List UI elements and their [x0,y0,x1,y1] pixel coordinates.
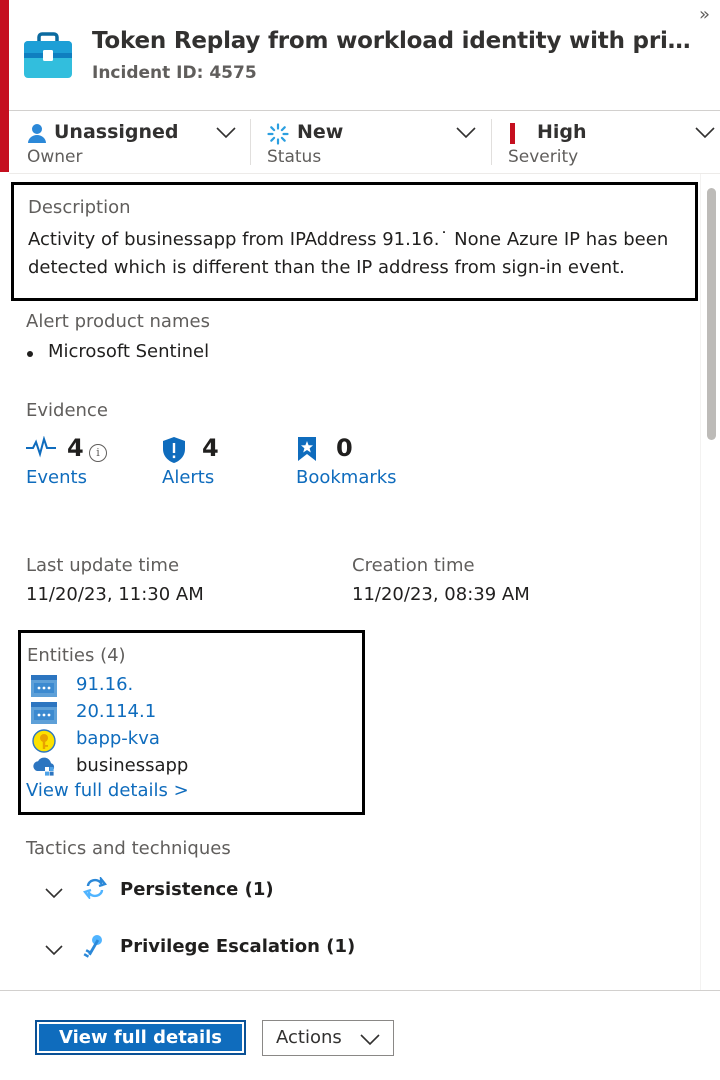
last-update-value: 11/20/23, 11:30 AM [26,584,204,605]
severity-label: Severity [508,147,579,167]
severity-value: High [537,121,587,143]
entity-item[interactable]: bapp-kva [31,728,351,754]
description-text: Activity of businessapp from IPAddress 9… [28,229,669,278]
fields-divider [9,173,720,174]
collapse-panel-icon[interactable]: » [699,6,710,24]
alerts-link[interactable]: Alerts [162,467,214,488]
status-label: Status [267,147,322,167]
ip-address-icon [31,675,57,697]
entity-link[interactable]: bapp-kva [76,728,160,749]
briefcase-icon [24,32,72,78]
alert-product-names-label: Alert product names [26,311,210,332]
incident-title: Token Replay from workload identity with… [92,28,704,54]
severity-strip [0,0,9,172]
entities-view-full-details-link[interactable]: View full details > [26,780,189,801]
status-value: New [297,121,344,143]
info-icon[interactable]: i [89,444,107,462]
description-label: Description [28,197,131,218]
view-full-details-button[interactable]: View full details [35,1020,246,1055]
shield-alert-icon [163,437,185,463]
last-update-label: Last update time [26,555,180,576]
entity-text: businessapp [76,755,189,776]
evidence-bookmarks[interactable]: 0 Bookmarks [296,434,416,494]
person-icon [28,124,46,143]
scrollbar-thumb[interactable] [707,188,716,440]
chevron-down-icon [216,127,236,139]
owner-value: Unassigned [54,121,179,143]
owner-dropdown[interactable]: Unassigned Owner [27,111,251,173]
alert-product-item: Microsoft Sentinel [26,341,210,362]
cloud-app-icon [33,757,55,776]
field-separator [250,119,251,165]
description-section: Description Activity of businessapp from… [11,182,698,301]
entity-link[interactable]: 20.114.1 [76,701,156,722]
bookmarks-count: 0 [336,434,353,462]
evidence-label: Evidence [26,400,108,421]
creation-time-value: 11/20/23, 08:39 AM [352,584,530,605]
incident-header: Token Replay from workload identity with… [22,26,712,88]
creation-time-label: Creation time [352,555,475,576]
tactic-text: Persistence (1) [120,879,274,900]
field-separator [491,119,492,165]
key-vault-icon [32,729,56,753]
chevron-down-icon [695,127,715,139]
tactic-item[interactable]: Persistence (1) [44,877,344,907]
persistence-icon [82,877,108,899]
events-link[interactable]: Events [26,467,87,488]
chevron-down-icon[interactable] [44,940,64,960]
severity-bar-icon [510,123,515,144]
bookmark-icon [298,437,316,461]
entities-section: Entities (4) 91.16. 20.114.1 bapp-kva bu… [18,630,365,815]
ip-address-icon [31,702,57,724]
status-dropdown[interactable]: New Status [267,111,491,173]
chevron-down-icon [456,127,476,139]
incident-id: Incident ID: 4575 [92,63,257,83]
incident-fields: Unassigned Owner New Status High Severit… [9,111,720,173]
entities-label: Entities (4) [27,645,126,666]
entity-item[interactable]: 20.114.1 [31,701,351,727]
owner-label: Owner [27,147,83,167]
actions-button[interactable]: Actions [262,1020,394,1056]
privilege-escalation-icon [83,935,102,958]
actions-label: Actions [276,1027,342,1048]
tactic-text: Privilege Escalation (1) [120,936,356,957]
severity-dropdown[interactable]: High Severity [508,111,720,173]
entity-item[interactable]: 91.16. [31,674,351,700]
entity-item[interactable]: businessapp [31,755,351,781]
pulse-icon [26,436,56,458]
chevron-down-icon [360,1034,380,1046]
evidence-alerts[interactable]: 4 Alerts [162,434,272,494]
footer-divider [0,990,720,991]
bookmarks-link[interactable]: Bookmarks [296,467,397,488]
alerts-count: 4 [202,434,219,462]
entity-link[interactable]: 91.16. [76,674,133,695]
events-count: 4 [67,434,84,462]
tactic-item[interactable]: Privilege Escalation (1) [44,934,384,964]
evidence-events[interactable]: 4 i Events [26,434,146,494]
tactics-label: Tactics and techniques [26,838,231,859]
chevron-down-icon[interactable] [44,883,64,903]
spinner-icon [267,123,289,145]
